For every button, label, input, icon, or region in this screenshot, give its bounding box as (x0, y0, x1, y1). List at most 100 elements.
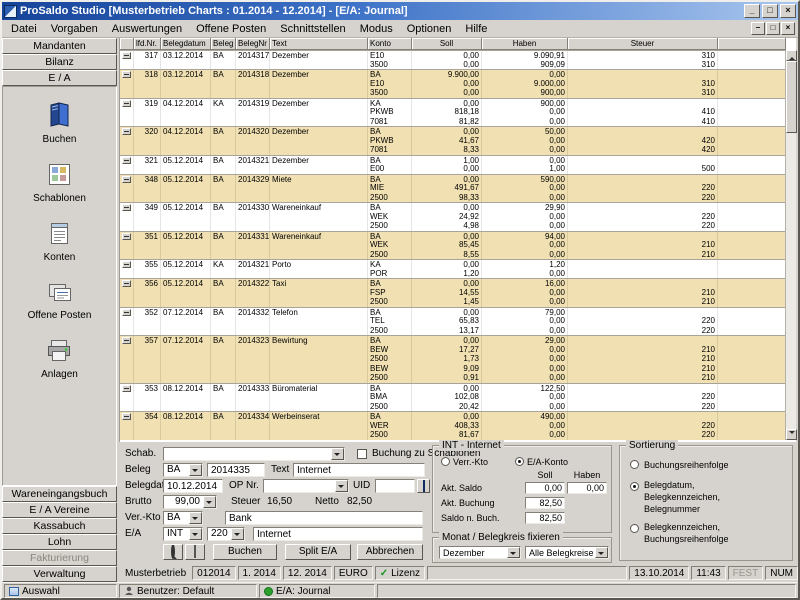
table-row[interactable]: 35105.12.2014BA2014331WareneinkaufBA0,00… (120, 231, 786, 241)
sidebar-item-ea-vereine[interactable]: E / A Vereine (2, 502, 117, 518)
uid-check-button[interactable] (417, 479, 430, 493)
row-marker-button[interactable] (122, 261, 131, 268)
tool-anlagen[interactable]: Anlagen (41, 338, 78, 380)
table-row[interactable]: BMA102,080,00220 (120, 392, 786, 402)
eakonto-radio[interactable] (515, 457, 524, 466)
tool-buchen[interactable]: Buchen (43, 101, 77, 145)
row-marker-button[interactable] (122, 337, 131, 344)
row-marker-button[interactable] (122, 71, 131, 78)
sort-buchungsreihenfolge-radio[interactable] (630, 460, 639, 469)
sidebar-item-wareneingangsbuch[interactable]: Wareneingangsbuch (2, 486, 117, 502)
close-button[interactable]: × (780, 4, 796, 18)
tool-offene-posten[interactable]: Offene Posten (28, 280, 92, 321)
scroll-up-arrow-icon[interactable] (786, 50, 797, 61)
brutto-input[interactable]: 99,00 (163, 495, 217, 509)
col-text[interactable]: Text (270, 38, 368, 50)
table-row[interactable]: 32004.12.2014BA2014320DezemberBA0,0050,0… (120, 126, 786, 136)
table-row[interactable]: 35000,00909,09310 (120, 60, 786, 70)
row-marker-button[interactable] (122, 52, 131, 59)
table-row[interactable]: 34905.12.2014BA2014330WareneinkaufBA0,00… (120, 202, 786, 212)
auswahl-cell[interactable]: Auswahl (4, 584, 117, 598)
table-row[interactable]: BEW9,090,00210 (120, 364, 786, 374)
row-marker-button[interactable] (122, 204, 131, 211)
minimize-button[interactable]: _ (744, 4, 760, 18)
table-row[interactable]: E000,001,00500 (120, 164, 786, 174)
row-marker-button[interactable] (122, 100, 131, 107)
table-row[interactable]: PKWB41,670,00420 (120, 136, 786, 146)
scroll-down-arrow-icon[interactable] (786, 429, 797, 440)
menu-vorgaben[interactable]: Vorgaben (44, 21, 105, 37)
sidebar-item-kassabuch[interactable]: Kassabuch (2, 518, 117, 534)
ea-select[interactable]: INT (163, 527, 203, 541)
row-marker-button[interactable] (122, 157, 131, 164)
chevron-down-icon[interactable] (507, 547, 520, 558)
table-row[interactable]: WEK85,450,00210 (120, 240, 786, 250)
sidebar-item-ea[interactable]: E / A (2, 70, 117, 86)
table-row[interactable]: 25004,980,00220 (120, 221, 786, 231)
row-marker-button[interactable] (122, 128, 131, 135)
text-input[interactable] (293, 463, 425, 477)
table-row[interactable]: 35000,00900,00310 (120, 88, 786, 98)
scroll-thumb[interactable] (786, 61, 797, 133)
sort-belegkennzeichen-radio[interactable] (630, 524, 639, 533)
row-marker-button[interactable] (122, 385, 131, 392)
col-lfdnr[interactable]: lfd.Nr. (134, 38, 161, 50)
chevron-down-icon[interactable] (595, 547, 608, 558)
table-row[interactable]: 250098,330,00220 (120, 193, 786, 203)
chevron-down-icon[interactable] (189, 528, 202, 540)
buchen-button[interactable]: Buchen (213, 544, 277, 560)
table-row[interactable]: 35505.12.2014KA2014321PortoKA0,001,20 (120, 259, 786, 269)
col-beleg[interactable]: Beleg (211, 38, 236, 50)
chevron-down-icon[interactable] (189, 512, 202, 524)
table-row[interactable]: MIE491,670,00220 (120, 183, 786, 193)
menu-schnittstellen[interactable]: Schnittstellen (273, 21, 352, 37)
col-belegdatum[interactable]: Belegdatum (161, 38, 211, 50)
maximize-button[interactable]: □ (762, 4, 778, 18)
verrkto-radio[interactable] (441, 457, 450, 466)
menu-datei[interactable]: Datei (4, 21, 44, 37)
row-marker-button[interactable] (122, 309, 131, 316)
row-marker-button[interactable] (122, 413, 131, 420)
menu-hilfe[interactable]: Hilfe (458, 21, 494, 37)
table-row[interactable]: WER408,330,00220 (120, 421, 786, 431)
monat-select[interactable]: Dezember (439, 546, 521, 559)
table-row[interactable]: 31703.12.2014BA2014317DezemberE100,009.0… (120, 50, 786, 60)
table-row[interactable]: WEK24,920,00220 (120, 212, 786, 222)
sort-belegdatum-radio[interactable] (630, 482, 639, 491)
table-row[interactable]: 35605.12.2014BA2014322TaxiBA0,0016,00 (120, 278, 786, 288)
verkto-select[interactable]: BA (163, 511, 203, 525)
col-haben[interactable]: Haben (482, 38, 568, 50)
sidebar-item-mandanten[interactable]: Mandanten (2, 38, 117, 54)
split-ea-button[interactable]: Split E/A (285, 544, 351, 560)
table-row[interactable]: 31904.12.2014KA2014319DezemberKA0,00900,… (120, 98, 786, 108)
mdi-close-button[interactable]: × (781, 22, 795, 35)
table-row[interactable]: 250081,670,00220 (120, 430, 786, 440)
table-row[interactable]: 32105.12.2014BA2014321DezemberBA1,000,00 (120, 155, 786, 165)
table-row[interactable]: 25008,550,00210 (120, 250, 786, 260)
menu-optionen[interactable]: Optionen (400, 21, 459, 37)
menu-offene-posten[interactable]: Offene Posten (189, 21, 273, 37)
belegdat-input[interactable] (163, 479, 223, 493)
list-button[interactable] (185, 544, 205, 560)
journal-scrollbar[interactable] (785, 50, 796, 440)
table-row[interactable]: 35707.12.2014BA2014323BewirtungBA0,0029,… (120, 335, 786, 345)
col-soll[interactable]: Soll (412, 38, 482, 50)
table-row[interactable]: E100,009.000,00310 (120, 79, 786, 89)
table-row[interactable]: 250020,420,00220 (120, 402, 786, 412)
table-row[interactable]: TEL65,830,00220 (120, 316, 786, 326)
tool-konten[interactable]: Konten (44, 221, 76, 263)
chevron-down-icon[interactable] (331, 448, 344, 460)
chevron-down-icon[interactable] (189, 464, 202, 476)
opnr-select[interactable] (263, 479, 349, 493)
tool-schablonen[interactable]: Schablonen (33, 162, 86, 204)
row-marker-button[interactable] (122, 233, 131, 240)
schablonen-checkbox[interactable] (357, 449, 367, 459)
table-row[interactable]: 25000,910,00210 (120, 373, 786, 383)
verkto-name-input[interactable] (225, 511, 423, 525)
search-button[interactable] (163, 544, 183, 560)
table-row[interactable]: 25001,730,00210 (120, 354, 786, 364)
table-row[interactable]: 25001,450,00210 (120, 297, 786, 307)
table-row[interactable]: 35408.12.2014BA2014334WerbeinseratBA0,00… (120, 411, 786, 421)
beleg-type-select[interactable]: BA (163, 463, 203, 477)
table-row[interactable]: POR1,200,00 (120, 269, 786, 279)
